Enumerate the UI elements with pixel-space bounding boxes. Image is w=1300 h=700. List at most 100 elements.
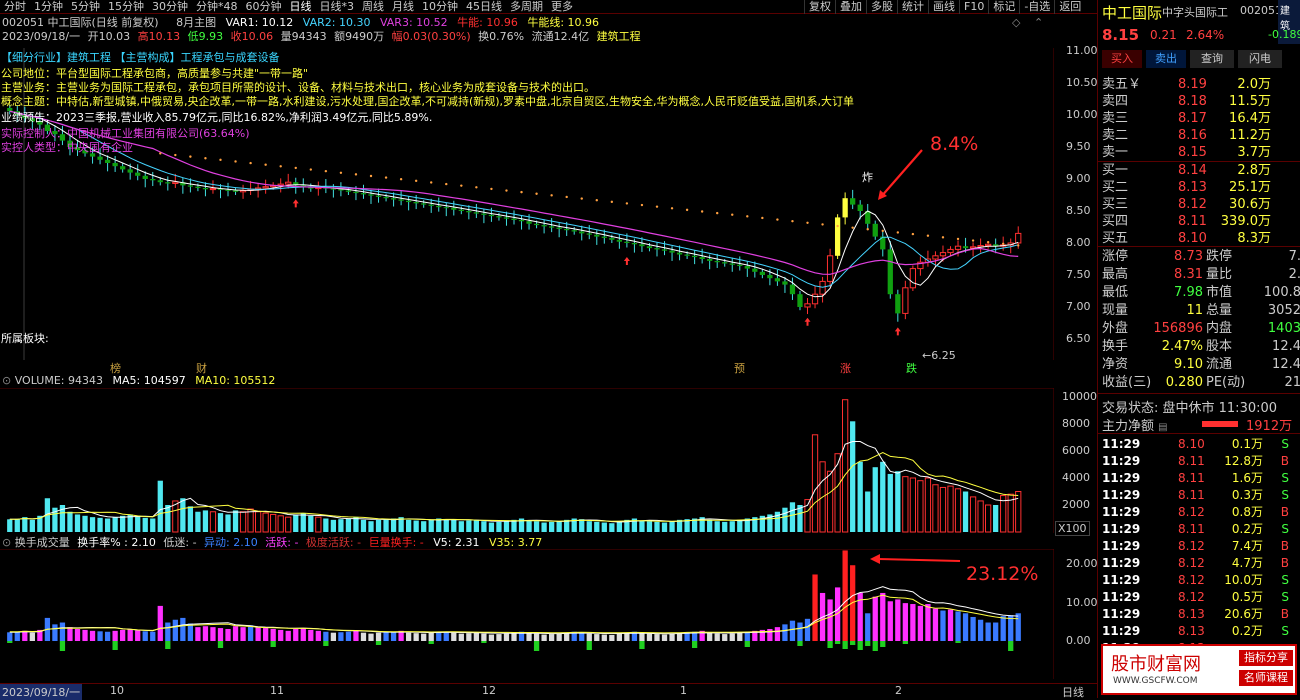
volume-bar[interactable] bbox=[811, 434, 819, 533]
turnover-bar[interactable] bbox=[127, 628, 133, 641]
turnover-bar[interactable] bbox=[421, 633, 427, 641]
candle[interactable] bbox=[834, 217, 841, 256]
turnover-bar[interactable] bbox=[315, 630, 321, 641]
turnover-bar[interactable] bbox=[789, 620, 796, 641]
candle[interactable] bbox=[759, 271, 765, 275]
turnover-bar[interactable] bbox=[639, 633, 645, 641]
turnover-bar[interactable] bbox=[368, 633, 374, 641]
candle[interactable] bbox=[496, 216, 502, 218]
candle[interactable] bbox=[571, 230, 577, 232]
volume-bar[interactable] bbox=[865, 491, 871, 533]
volume-bar[interactable] bbox=[601, 522, 607, 532]
bid-row[interactable]: 买一 8.14 2.8万 bbox=[1098, 162, 1300, 179]
turnover-bar[interactable] bbox=[52, 624, 58, 641]
candle[interactable] bbox=[586, 233, 592, 235]
candle[interactable] bbox=[112, 163, 118, 167]
turnover-bar[interactable] bbox=[232, 626, 239, 641]
candle[interactable] bbox=[842, 198, 848, 218]
panel-toggle-icon[interactable]: ⊙ bbox=[2, 374, 11, 387]
turnover-bar[interactable] bbox=[962, 613, 969, 641]
turnover-bar[interactable] bbox=[624, 632, 630, 641]
volume-bar[interactable] bbox=[594, 521, 600, 532]
turnover-bar[interactable] bbox=[970, 616, 976, 641]
volume-bar[interactable] bbox=[82, 515, 88, 532]
candle[interactable] bbox=[481, 213, 487, 215]
candle[interactable] bbox=[714, 260, 720, 263]
turnover-bar[interactable] bbox=[556, 633, 562, 641]
turnover-bar[interactable] bbox=[887, 601, 893, 641]
diamond-icon[interactable]: ◇ bbox=[1012, 16, 1020, 29]
turnover-bar[interactable] bbox=[353, 630, 359, 641]
candle[interactable] bbox=[767, 275, 773, 279]
period-tab[interactable]: 30分钟 bbox=[148, 0, 192, 14]
turnover-bar[interactable] bbox=[89, 630, 96, 641]
volume-bar[interactable] bbox=[323, 518, 329, 533]
candle[interactable] bbox=[609, 237, 615, 240]
volume-bar[interactable] bbox=[239, 511, 247, 533]
volume-bar[interactable] bbox=[707, 519, 713, 532]
volume-bar[interactable] bbox=[308, 515, 314, 532]
turnover-bar[interactable] bbox=[722, 634, 728, 641]
turnover-bar[interactable] bbox=[323, 631, 329, 641]
query-button[interactable]: 查询 bbox=[1190, 50, 1234, 68]
turnover-bar[interactable] bbox=[473, 632, 480, 641]
candle[interactable] bbox=[939, 252, 947, 257]
turnover-bar[interactable] bbox=[150, 631, 156, 641]
turnover-bar[interactable] bbox=[428, 632, 434, 641]
volume-bar[interactable] bbox=[962, 491, 969, 533]
volume-bar[interactable] bbox=[225, 514, 231, 532]
period-tab[interactable]: 日线*3 bbox=[316, 0, 359, 14]
turnover-bar[interactable] bbox=[601, 634, 607, 641]
volume-bar[interactable] bbox=[22, 517, 28, 532]
turnover-bar[interactable] bbox=[729, 633, 735, 641]
volume-bar[interactable] bbox=[984, 504, 992, 533]
candle[interactable] bbox=[789, 284, 796, 295]
candle[interactable] bbox=[127, 169, 133, 173]
turnover-bar[interactable] bbox=[443, 632, 449, 641]
turnover-bar[interactable] bbox=[541, 634, 547, 641]
volume-bar[interactable] bbox=[338, 519, 344, 532]
turnover-bar[interactable] bbox=[270, 628, 276, 641]
turnover-bar[interactable] bbox=[360, 632, 367, 641]
chevron-up-icon[interactable]: ⌃ bbox=[1034, 16, 1043, 29]
volume-bar[interactable] bbox=[737, 519, 743, 532]
turnover-bar[interactable] bbox=[917, 605, 924, 641]
turnover-bar[interactable] bbox=[827, 599, 833, 641]
period-tab[interactable]: 1分钟 bbox=[30, 0, 67, 14]
volume-bar[interactable] bbox=[466, 520, 472, 532]
candle[interactable] bbox=[962, 246, 969, 249]
volume-bar[interactable] bbox=[932, 484, 939, 533]
turnover-bar[interactable] bbox=[782, 624, 788, 641]
volume-bar[interactable] bbox=[458, 521, 464, 532]
volume-bar[interactable] bbox=[654, 521, 660, 532]
candle[interactable] bbox=[518, 219, 525, 222]
turnover-bar[interactable] bbox=[503, 633, 510, 641]
turnover-bar[interactable] bbox=[977, 619, 984, 641]
event-marker[interactable]: 预 bbox=[734, 360, 745, 376]
candle[interactable] bbox=[691, 255, 698, 258]
turnover-bar[interactable] bbox=[300, 628, 306, 641]
turnover-bar[interactable] bbox=[804, 618, 811, 641]
turnover-bar[interactable] bbox=[278, 629, 284, 641]
turnover-bar[interactable] bbox=[74, 628, 81, 641]
volume-bar[interactable] bbox=[834, 453, 841, 533]
volume-bar[interactable] bbox=[142, 517, 148, 532]
candle[interactable] bbox=[187, 185, 194, 187]
turnover-bar[interactable] bbox=[865, 613, 871, 641]
candle[interactable] bbox=[669, 250, 675, 253]
turnover-bar[interactable] bbox=[812, 574, 818, 641]
turnover-bar[interactable] bbox=[910, 604, 916, 641]
bid-row[interactable]: 买四 8.11 339.0万 bbox=[1098, 213, 1300, 230]
toolbar-button[interactable]: 画线 bbox=[928, 0, 959, 14]
volume-bar[interactable] bbox=[413, 520, 419, 532]
toolbar-button[interactable]: 复权 bbox=[804, 0, 835, 14]
turnover-bar[interactable] bbox=[579, 632, 585, 641]
candle[interactable] bbox=[172, 181, 179, 184]
candle[interactable] bbox=[556, 227, 562, 229]
turnover-bar[interactable] bbox=[586, 633, 592, 641]
volume-bar[interactable] bbox=[850, 421, 856, 532]
toolbar-button[interactable]: 多股 bbox=[866, 0, 897, 14]
volume-bar[interactable] bbox=[993, 505, 999, 532]
period-tab[interactable]: 15分钟 bbox=[104, 0, 148, 14]
volume-bar[interactable] bbox=[826, 470, 834, 533]
